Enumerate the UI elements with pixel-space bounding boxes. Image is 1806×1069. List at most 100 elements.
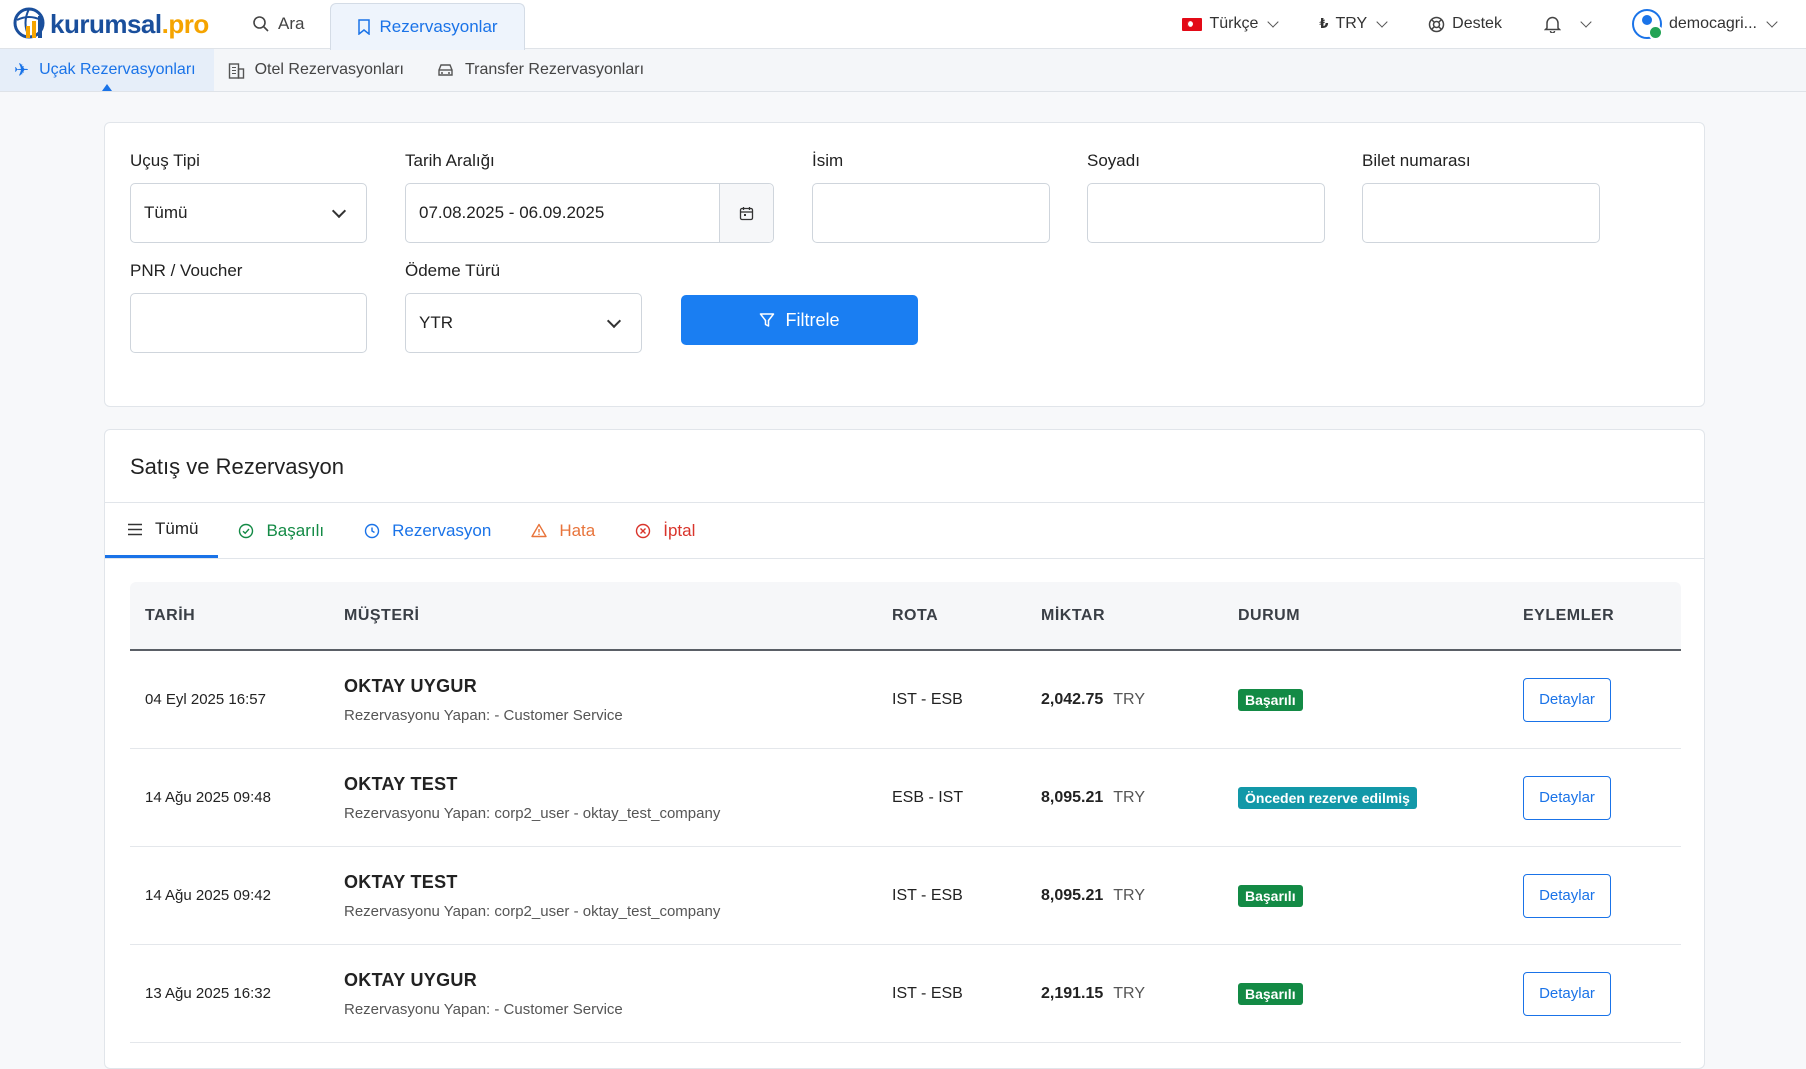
globe-logo-icon [13, 7, 45, 39]
nav-search[interactable]: Ara [226, 0, 330, 48]
user-avatar-icon [1631, 9, 1663, 40]
row-amount: 8,095.21 [1041, 886, 1104, 904]
menu-icon [128, 523, 142, 535]
tab-success-label: Başarılı [266, 520, 325, 540]
details-button[interactable]: Detaylar [1523, 775, 1611, 820]
support-link[interactable]: Destek [1428, 15, 1502, 33]
tab-success[interactable]: Başarılı [218, 503, 344, 558]
row-currency: TRY [1113, 886, 1145, 904]
row-date: 14 Ağu 2025 09:42 [145, 887, 271, 904]
search-icon [253, 16, 269, 32]
row-route: IST - ESB [892, 690, 963, 708]
bookings-panel: Satış ve Rezervasyon Tümü Başarılı Rezer… [104, 429, 1705, 1069]
date-range-label: Tarih Aralığı [405, 151, 495, 170]
row-currency: TRY [1113, 788, 1145, 806]
nav-search-label: Ara [278, 14, 305, 33]
payment-type-value: YTR [419, 313, 453, 332]
details-button[interactable]: Detaylar [1523, 677, 1611, 722]
details-button[interactable]: Detaylar [1523, 873, 1611, 918]
date-range-input[interactable]: 07.08.2025 - 06.09.2025 [405, 183, 774, 243]
support-label: Destek [1452, 15, 1502, 32]
bell-icon [1543, 16, 1561, 33]
chevron-down-icon [1580, 16, 1592, 28]
turkey-flag-icon [1182, 17, 1203, 31]
surname-input[interactable] [1087, 183, 1325, 243]
lifebuoy-icon [1428, 16, 1445, 32]
row-booked-by: Rezervasyonu Yapan: corp2_user - oktay_t… [344, 804, 721, 822]
tab-flight-bookings[interactable]: ✈ Uçak Rezervasyonları [0, 49, 214, 91]
row-amount: 2,042.75 [1041, 690, 1104, 708]
name-label: İsim [812, 151, 844, 170]
currency-label: TRY [1335, 15, 1368, 32]
tab-transfer-label: Transfer Rezervasyonları [464, 61, 645, 78]
brand-logo[interactable]: kurumsal.pro [0, 0, 220, 48]
filter-button[interactable]: Filtrele [681, 295, 918, 345]
top-navbar: kurumsal.pro Ara Rezervasyonlar Türkçe ₺… [0, 0, 1806, 50]
building-icon [228, 62, 244, 79]
panel-title: Satış ve Rezervasyon [130, 454, 344, 479]
row-amount: 2,191.15 [1041, 984, 1104, 1002]
brand-name: kurumsal [50, 8, 162, 39]
date-range-field: Tarih Aralığı 07.08.2025 - 06.09.2025 [405, 151, 774, 243]
brand-suffix: .pro [161, 8, 210, 39]
tab-hotel-bookings[interactable]: Otel Rezervasyonları [214, 49, 422, 91]
funnel-icon [760, 313, 775, 327]
nav-bookings[interactable]: Rezervasyonlar [330, 3, 525, 50]
airplane-icon: ✈ [14, 59, 30, 80]
x-circle-icon [636, 523, 651, 538]
chevron-down-icon [1376, 16, 1388, 28]
pnr-label: PNR / Voucher [130, 261, 243, 280]
payment-type-select[interactable]: YTR [405, 293, 642, 353]
filter-panel: Uçuş Tipi Tümü Tarih Aralığı 07.08.2025 … [104, 122, 1705, 407]
name-field: İsim [812, 151, 1050, 243]
user-menu[interactable]: democagri... [1631, 9, 1778, 40]
notifications-button[interactable] [1543, 15, 1592, 33]
ticket-number-field: Bilet numarası [1362, 151, 1600, 243]
row-route: ESB - IST [892, 788, 964, 806]
car-icon [438, 64, 453, 76]
ticket-number-input[interactable] [1362, 183, 1600, 243]
row-customer-name: OKTAY UYGUR [344, 969, 477, 990]
chevron-down-icon [606, 313, 622, 329]
tab-transfer-bookings[interactable]: Transfer Rezervasyonları [422, 49, 662, 91]
tab-reservation[interactable]: Rezervasyon [344, 503, 511, 558]
tab-hotel-label: Otel Rezervasyonları [254, 61, 404, 78]
row-customer-name: OKTAY TEST [344, 773, 458, 794]
ticket-number-label: Bilet numarası [1362, 151, 1471, 170]
currency-selector[interactable]: ₺ TRY [1319, 15, 1388, 33]
tab-all[interactable]: Tümü [105, 503, 219, 558]
table-row: 04 Eyl 2025 16:57 OKTAY UYGUR Rezervasyo… [130, 651, 1681, 749]
language-selector[interactable]: Türkçe [1182, 15, 1280, 33]
status-badge: Başarılı [1238, 688, 1303, 711]
chevron-down-icon [331, 203, 347, 219]
tab-flight-label: Uçak Rezervasyonları [39, 61, 196, 78]
tab-cancelled[interactable]: İptal [615, 503, 715, 558]
col-date: TARİH [145, 606, 196, 624]
name-input[interactable] [812, 183, 1050, 243]
tab-cancelled-label: İptal [663, 520, 696, 540]
lira-icon: ₺ [1319, 16, 1329, 31]
chevron-down-icon [1766, 16, 1778, 28]
row-booked-by: Rezervasyonu Yapan: - Customer Service [344, 706, 623, 724]
calendar-icon [739, 206, 754, 220]
pnr-input[interactable] [130, 293, 367, 353]
flight-type-field: Uçuş Tipi Tümü [130, 151, 367, 243]
row-customer-name: OKTAY TEST [344, 871, 458, 892]
col-actions: EYLEMLER [1523, 606, 1615, 624]
status-tabs: Tümü Başarılı Rezervasyon Hata İptal [105, 502, 1704, 559]
clock-icon [364, 523, 380, 538]
tab-error[interactable]: Hata [511, 503, 615, 558]
details-button[interactable]: Detaylar [1523, 971, 1611, 1016]
col-amount: MİKTAR [1041, 606, 1106, 624]
flight-type-select[interactable]: Tümü [130, 183, 367, 243]
date-range-value: 07.08.2025 - 06.09.2025 [419, 203, 605, 222]
user-name: democagri... [1668, 15, 1757, 32]
row-currency: TRY [1113, 690, 1145, 708]
bookings-table: TARİH MÜŞTERİ ROTA MİKTAR DURUM EYLEMLER… [130, 582, 1681, 1043]
col-customer: MÜŞTERİ [344, 606, 420, 624]
payment-type-label: Ödeme Türü [405, 261, 501, 280]
status-badge: Önceden rezerve edilmiş [1238, 786, 1417, 809]
col-status: DURUM [1238, 606, 1301, 624]
status-badge: Başarılı [1238, 982, 1303, 1005]
calendar-button[interactable] [719, 184, 773, 242]
